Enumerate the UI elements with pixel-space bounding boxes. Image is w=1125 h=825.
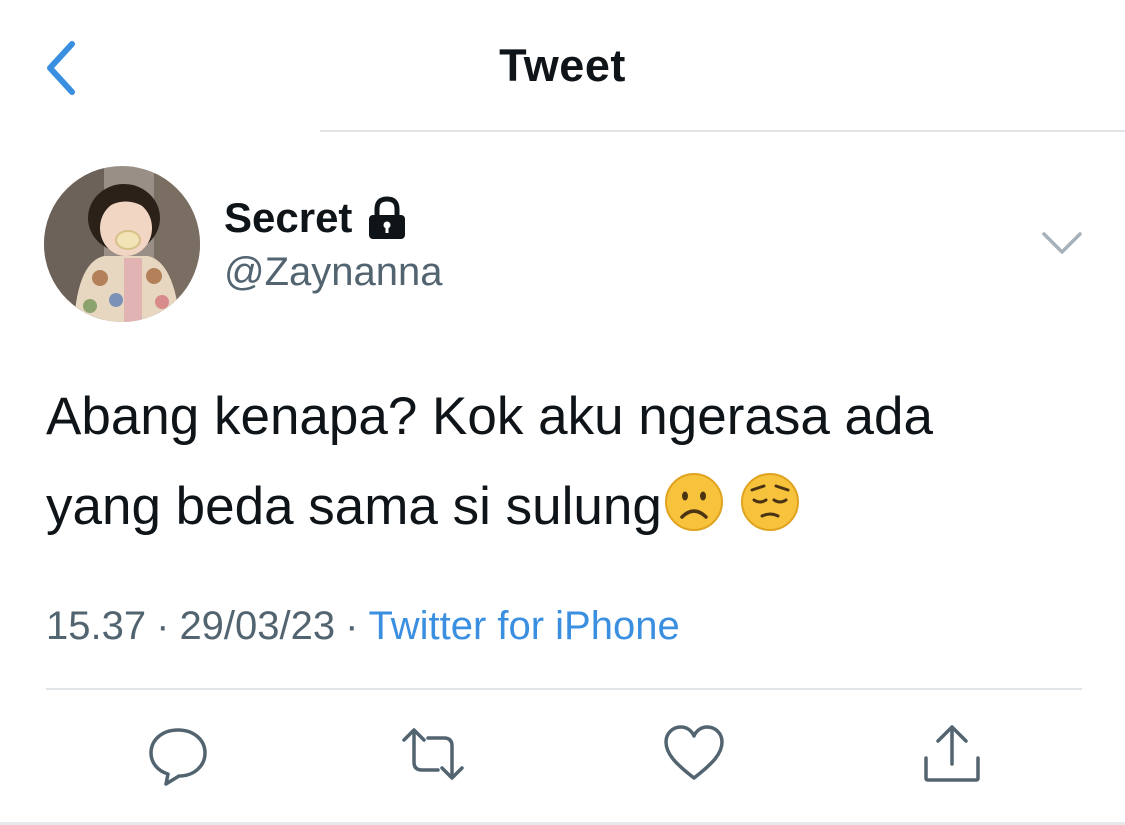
frowning-face-emoji <box>664 473 723 531</box>
share-button[interactable] <box>920 722 984 786</box>
like-icon <box>664 725 724 780</box>
page-title: Tweet <box>499 40 626 91</box>
meta-divider <box>46 688 1082 690</box>
tweet-text-line-2: yang beda sama si sulung <box>46 462 1106 552</box>
meta-separator: · <box>345 604 359 648</box>
chevron-down-icon <box>1042 232 1082 254</box>
lock-icon <box>369 196 406 239</box>
pensive-face-emoji <box>740 473 799 531</box>
share-icon <box>924 725 980 782</box>
tweet-meta: 15.37 · 29/03/23 · Twitter for iPhone <box>46 604 680 649</box>
tweet-source-link[interactable]: Twitter for iPhone <box>368 604 679 648</box>
display-name: Secret <box>224 194 353 241</box>
tweet-date: 29/03/23 <box>179 604 336 648</box>
author-handle[interactable]: @Zaynanna <box>224 250 443 295</box>
meta-separator: · <box>156 604 170 648</box>
avatar[interactable] <box>44 166 200 322</box>
tweet-text: Abang kenapa? Kok aku ngerasa ada yang b… <box>46 372 1106 552</box>
tweet-text-line-2-text: yang beda sama si sulung <box>46 477 662 536</box>
reply-button[interactable] <box>146 722 210 786</box>
navigation-header: Tweet <box>0 0 1125 132</box>
retweet-icon <box>402 728 464 780</box>
author-name-row[interactable]: Secret <box>224 190 408 246</box>
tweet-text-line-1: Abang kenapa? Kok aku ngerasa ada <box>46 387 933 446</box>
tweet-time: 15.37 <box>46 604 147 648</box>
reply-icon <box>149 728 207 786</box>
retweet-button[interactable] <box>398 722 464 786</box>
header-divider <box>320 130 1125 132</box>
more-options-button[interactable] <box>1040 226 1084 262</box>
tweet-detail-screen: Tweet Secret @Zaynanna Abang kenapa? Kok… <box>0 0 1125 825</box>
like-button[interactable] <box>662 722 726 786</box>
